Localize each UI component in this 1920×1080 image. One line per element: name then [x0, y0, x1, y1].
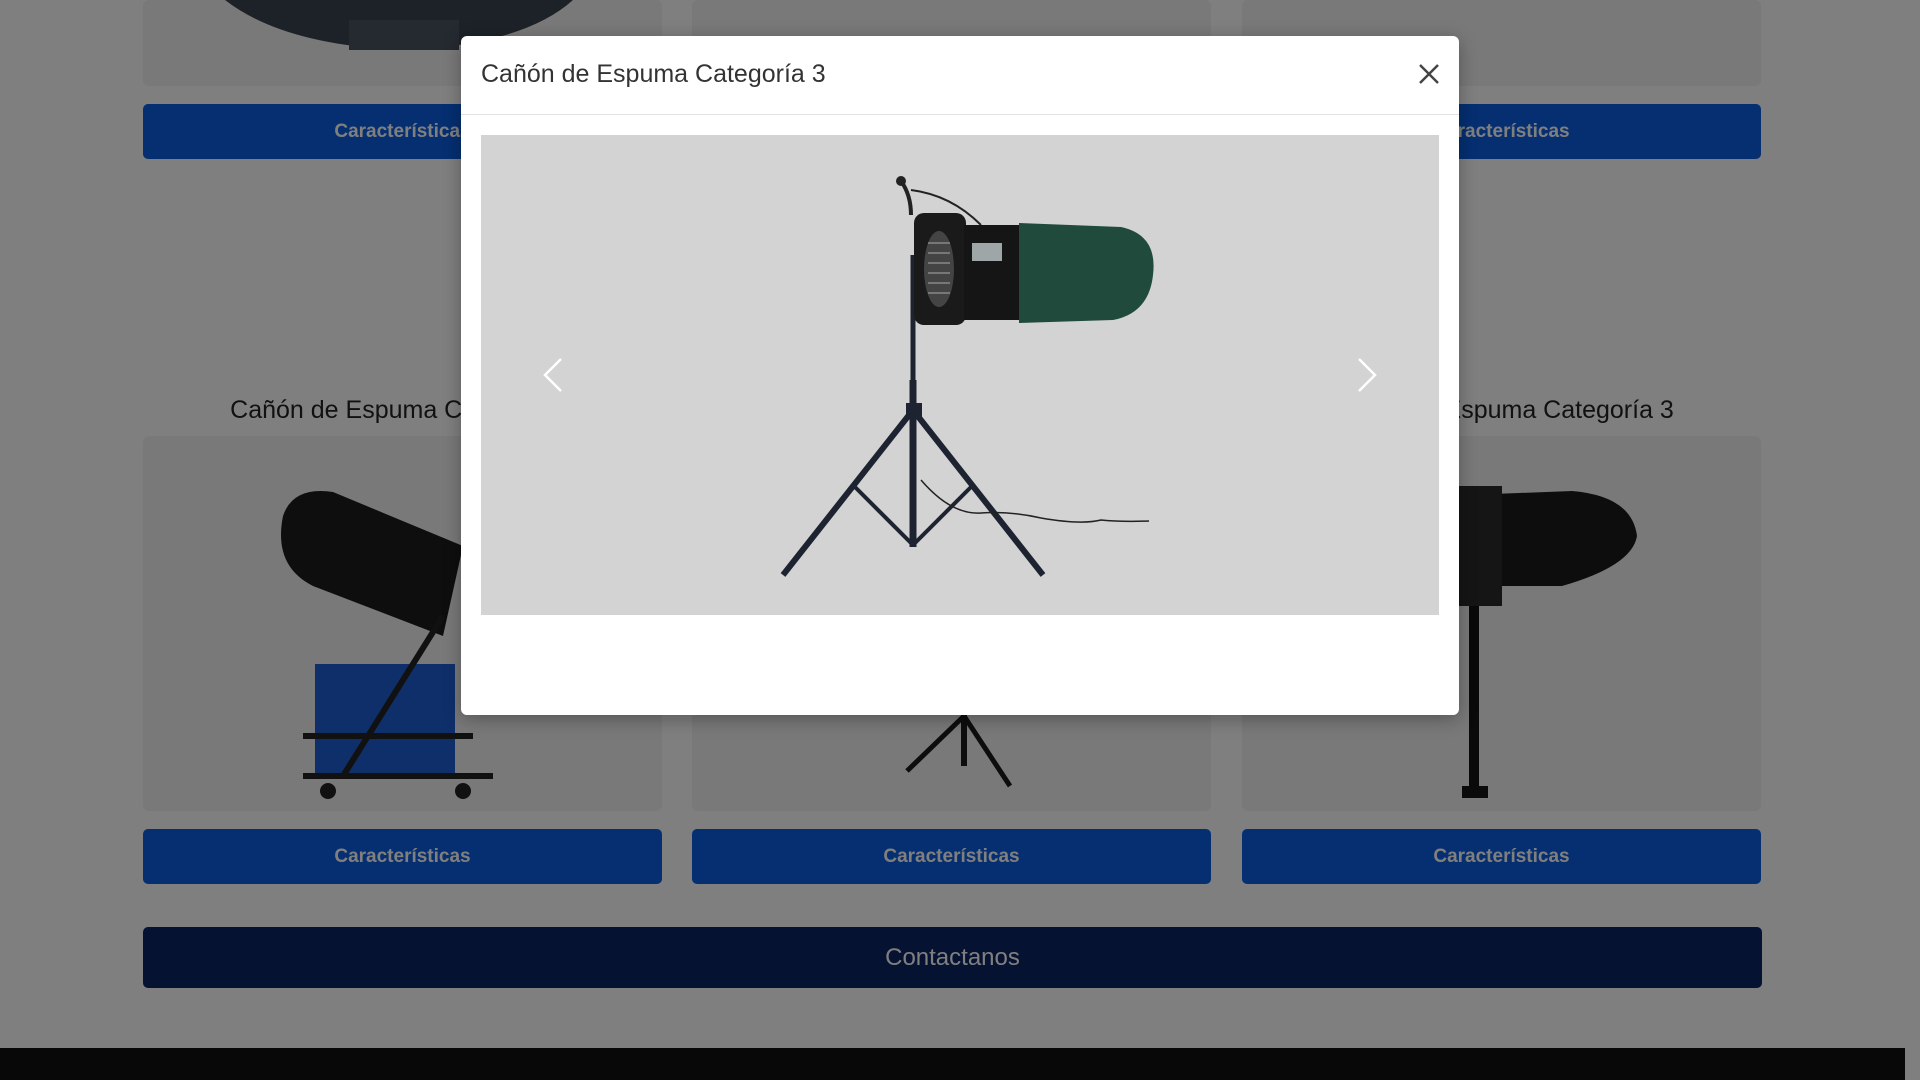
close-icon[interactable]	[1413, 58, 1445, 90]
image-modal: Cañón de Espuma Categoría 3	[461, 36, 1459, 715]
product-image	[780, 176, 1154, 577]
modal-header: Cañón de Espuma Categoría 3	[461, 36, 1459, 115]
modal-title: Cañón de Espuma Categoría 3	[481, 60, 826, 88]
chevron-right-icon[interactable]	[1337, 345, 1397, 405]
chevron-left-icon[interactable]	[523, 345, 583, 405]
image-carousel	[481, 135, 1439, 615]
